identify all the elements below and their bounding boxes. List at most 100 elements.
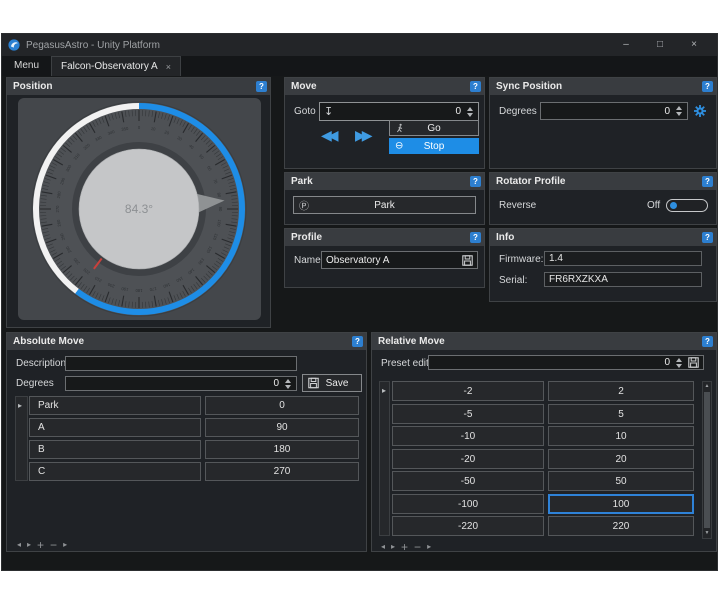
stop-button[interactable]: ⊖ Stop [389, 138, 479, 154]
preset-save-icon[interactable] [688, 357, 699, 368]
park-button[interactable]: Ⓟ Park [293, 196, 476, 214]
spinner-up-icon[interactable] [284, 378, 291, 383]
spinner-down-icon[interactable] [675, 112, 682, 116]
relative-cell-positive[interactable]: 20 [548, 449, 694, 469]
profile-name-input[interactable]: Observatory A [321, 251, 478, 269]
relative-cell-negative[interactable]: -220 [392, 516, 544, 536]
panel-position: Position ? 0 10 20 30 40 50 60 70 80 90 100 110 120 1… [6, 77, 271, 328]
minimize-icon[interactable]: – [609, 34, 643, 56]
relative-cell-negative[interactable]: -50 [392, 471, 544, 491]
nav-next-icon[interactable]: ▸ [391, 542, 395, 551]
position-dial[interactable]: 0 102030405060708090100110120130140150160… [29, 99, 249, 319]
absolute-row-degrees[interactable]: 0 [205, 396, 359, 415]
save-button[interactable]: Save [302, 374, 362, 392]
help-icon[interactable]: ? [702, 336, 713, 347]
nav-next-icon[interactable]: ▸ [27, 540, 31, 549]
panel-title: Relative Move [378, 336, 445, 347]
relative-cell-positive[interactable]: 10 [548, 426, 694, 446]
goto-spinner[interactable] [465, 106, 474, 117]
move-forward-icon[interactable]: ▶▶ [355, 127, 372, 144]
relative-cell-positive[interactable]: 5 [548, 404, 694, 424]
delete-row-icon[interactable]: − [414, 541, 421, 553]
relative-cell-negative[interactable]: -2 [392, 381, 544, 401]
relative-cell-positive[interactable]: 220 [548, 516, 694, 536]
relative-cell-negative[interactable]: -100 [392, 494, 544, 514]
help-icon[interactable]: ? [256, 81, 267, 92]
preset-edit-input[interactable]: 0 [428, 355, 704, 370]
spinner-down-icon[interactable] [466, 112, 473, 117]
goto-input[interactable]: ↧ 0 [319, 102, 479, 121]
panel-absolute-move: Absolute Move ? Description Degrees 0 Sa… [6, 332, 367, 552]
help-icon[interactable]: ? [702, 232, 713, 243]
current-row-indicator: ▸ [382, 386, 387, 395]
scroll-up-icon[interactable]: ▲ [703, 382, 711, 391]
help-icon[interactable]: ? [470, 232, 481, 243]
save-profile-icon[interactable] [462, 254, 473, 266]
relative-cell-positive[interactable]: 50 [548, 471, 694, 491]
sync-spinner[interactable] [674, 106, 683, 116]
rel-table-gutter: ▸ [379, 381, 390, 536]
absolute-row-degrees[interactable]: 180 [205, 440, 359, 459]
add-row-icon[interactable]: + [37, 539, 44, 551]
help-icon[interactable]: ? [470, 176, 481, 187]
spinner-up-icon[interactable] [675, 357, 682, 362]
preset-edit-value: 0 [664, 357, 670, 368]
scroll-down-icon[interactable]: ▼ [703, 529, 711, 538]
tab-bar: Menu Falcon-Observatory A × [2, 56, 717, 76]
abs-table-gutter: ▸ [15, 396, 28, 481]
nav-prev-icon[interactable]: ◂ [381, 542, 385, 551]
abs-degrees-input[interactable]: 0 [65, 376, 297, 391]
absolute-row-degrees[interactable]: 90 [205, 418, 359, 437]
panel-rotator-header: Rotator Profile ? [490, 173, 716, 190]
edit-row-icon[interactable]: ▸ [427, 542, 431, 551]
preset-spinner[interactable] [674, 357, 683, 368]
delete-row-icon[interactable]: − [50, 539, 57, 551]
firmware-value: 1.4 [544, 251, 702, 266]
panel-sync-header: Sync Position ? [490, 78, 716, 95]
panel-relative-header: Relative Move ? [372, 333, 716, 350]
move-backward-icon[interactable]: ◀◀ [321, 127, 338, 144]
description-input[interactable] [65, 356, 297, 371]
absolute-row-name[interactable]: A [29, 418, 201, 437]
table-scrollbar[interactable]: ▲ ▼ [702, 381, 712, 539]
help-icon[interactable]: ? [470, 81, 481, 92]
dial-background: 0 10 20 30 40 50 60 70 80 90 100 110 120 130 140 150 160… [18, 98, 261, 320]
relative-cell-negative[interactable]: -10 [392, 426, 544, 446]
help-icon[interactable]: ? [702, 176, 713, 187]
abs-spinner[interactable] [283, 378, 292, 389]
help-icon[interactable]: ? [352, 336, 363, 347]
tab-menu[interactable]: Menu [2, 56, 51, 76]
reverse-toggle[interactable] [666, 199, 708, 212]
table-toolbar: ◂ ▸ + − ▸ [17, 539, 67, 551]
panel-profile-header: Profile ? [285, 229, 484, 246]
relative-cell-positive[interactable]: 2 [548, 381, 694, 401]
absolute-row-degrees[interactable]: 270 [205, 462, 359, 481]
absolute-row-name[interactable]: Park [29, 396, 201, 415]
add-row-icon[interactable]: + [401, 541, 408, 553]
sync-settings-gear-icon[interactable] [693, 104, 707, 118]
edit-row-icon[interactable]: ▸ [63, 540, 67, 549]
maximize-icon[interactable]: □ [643, 34, 677, 56]
relative-cell-positive[interactable]: 100 [548, 494, 694, 514]
relative-cell-negative[interactable]: -5 [392, 404, 544, 424]
sync-degrees-input[interactable]: 0 [540, 102, 688, 120]
spinner-down-icon[interactable] [675, 363, 682, 368]
table-toolbar: ◂ ▸ + − ▸ [381, 541, 431, 553]
spinner-up-icon[interactable] [466, 106, 473, 111]
scrollbar-thumb[interactable] [704, 392, 710, 528]
absolute-row-name[interactable]: B [29, 440, 201, 459]
tab-close-icon[interactable]: × [166, 62, 171, 72]
tab-falcon-observatory[interactable]: Falcon-Observatory A × [51, 56, 181, 76]
close-icon[interactable]: × [677, 34, 711, 56]
nav-prev-icon[interactable]: ◂ [17, 540, 21, 549]
panel-position-header: Position ? [7, 78, 270, 95]
spinner-up-icon[interactable] [675, 106, 682, 110]
absolute-row-name[interactable]: C [29, 462, 201, 481]
goto-value: 0 [455, 106, 461, 117]
relative-cell-negative[interactable]: -20 [392, 449, 544, 469]
stop-label: Stop [423, 140, 445, 152]
help-icon[interactable]: ? [702, 81, 713, 92]
spinner-down-icon[interactable] [284, 384, 291, 389]
pegasus-logo-icon [8, 39, 20, 51]
go-button[interactable]: Go [389, 120, 479, 136]
